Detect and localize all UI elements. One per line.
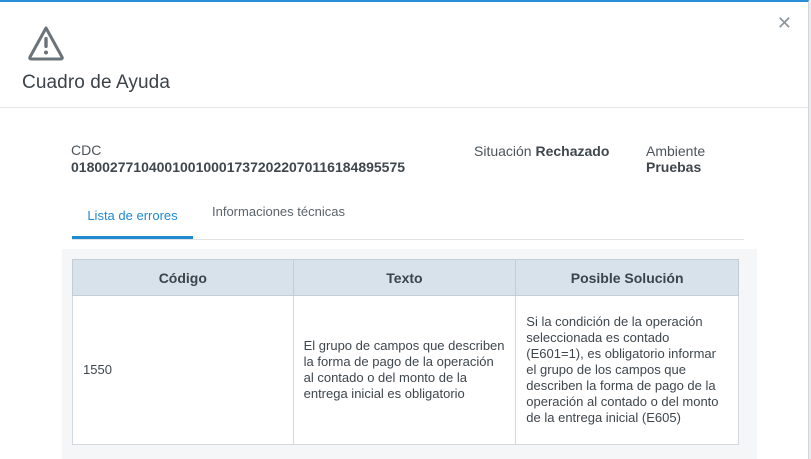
ambiente-value: Pruebas <box>646 159 702 175</box>
ambiente-label: Ambiente <box>646 143 706 159</box>
table-row: 1550 El grupo de campos que describen la… <box>72 295 739 445</box>
header-texto[interactable]: Texto <box>292 259 517 296</box>
cdc-label: CDC <box>71 142 102 158</box>
table-header-row: Código Texto Posible Solución <box>72 259 739 296</box>
tab-informaciones-tecnicas[interactable]: Informaciones técnicas <box>212 199 345 237</box>
dialog-header: Cuadro de Ayuda ✕ <box>0 2 808 108</box>
header-posible-solucion[interactable]: Posible Solución <box>515 259 739 296</box>
tab-bar: Lista de errores Informaciones técnicas <box>72 199 744 240</box>
situacion-field: Situación Rechazado <box>474 143 609 159</box>
warning-triangle-icon <box>28 26 64 61</box>
cell-texto: El grupo de campos que describen la form… <box>292 295 517 445</box>
help-dialog: Cuadro de Ayuda ✕ CDC 018002771040010010… <box>0 0 809 459</box>
cell-codigo: 1550 <box>72 295 294 445</box>
close-icon[interactable]: ✕ <box>777 14 792 34</box>
errors-panel: Código Texto Posible Solución 1550 El gr… <box>62 249 757 459</box>
tab-lista-de-errores[interactable]: Lista de errores <box>72 199 193 239</box>
cdc-value: 0180027710400100100017372022070116184895… <box>71 159 406 175</box>
situacion-label: Situación <box>474 143 532 159</box>
cell-solucion: Si la condición de la operación seleccio… <box>515 295 739 445</box>
situacion-value: Rechazado <box>535 143 610 159</box>
errors-table: Código Texto Posible Solución 1550 El gr… <box>72 259 739 445</box>
header-codigo[interactable]: Código <box>72 259 294 296</box>
dialog-title: Cuadro de Ayuda <box>22 72 170 93</box>
